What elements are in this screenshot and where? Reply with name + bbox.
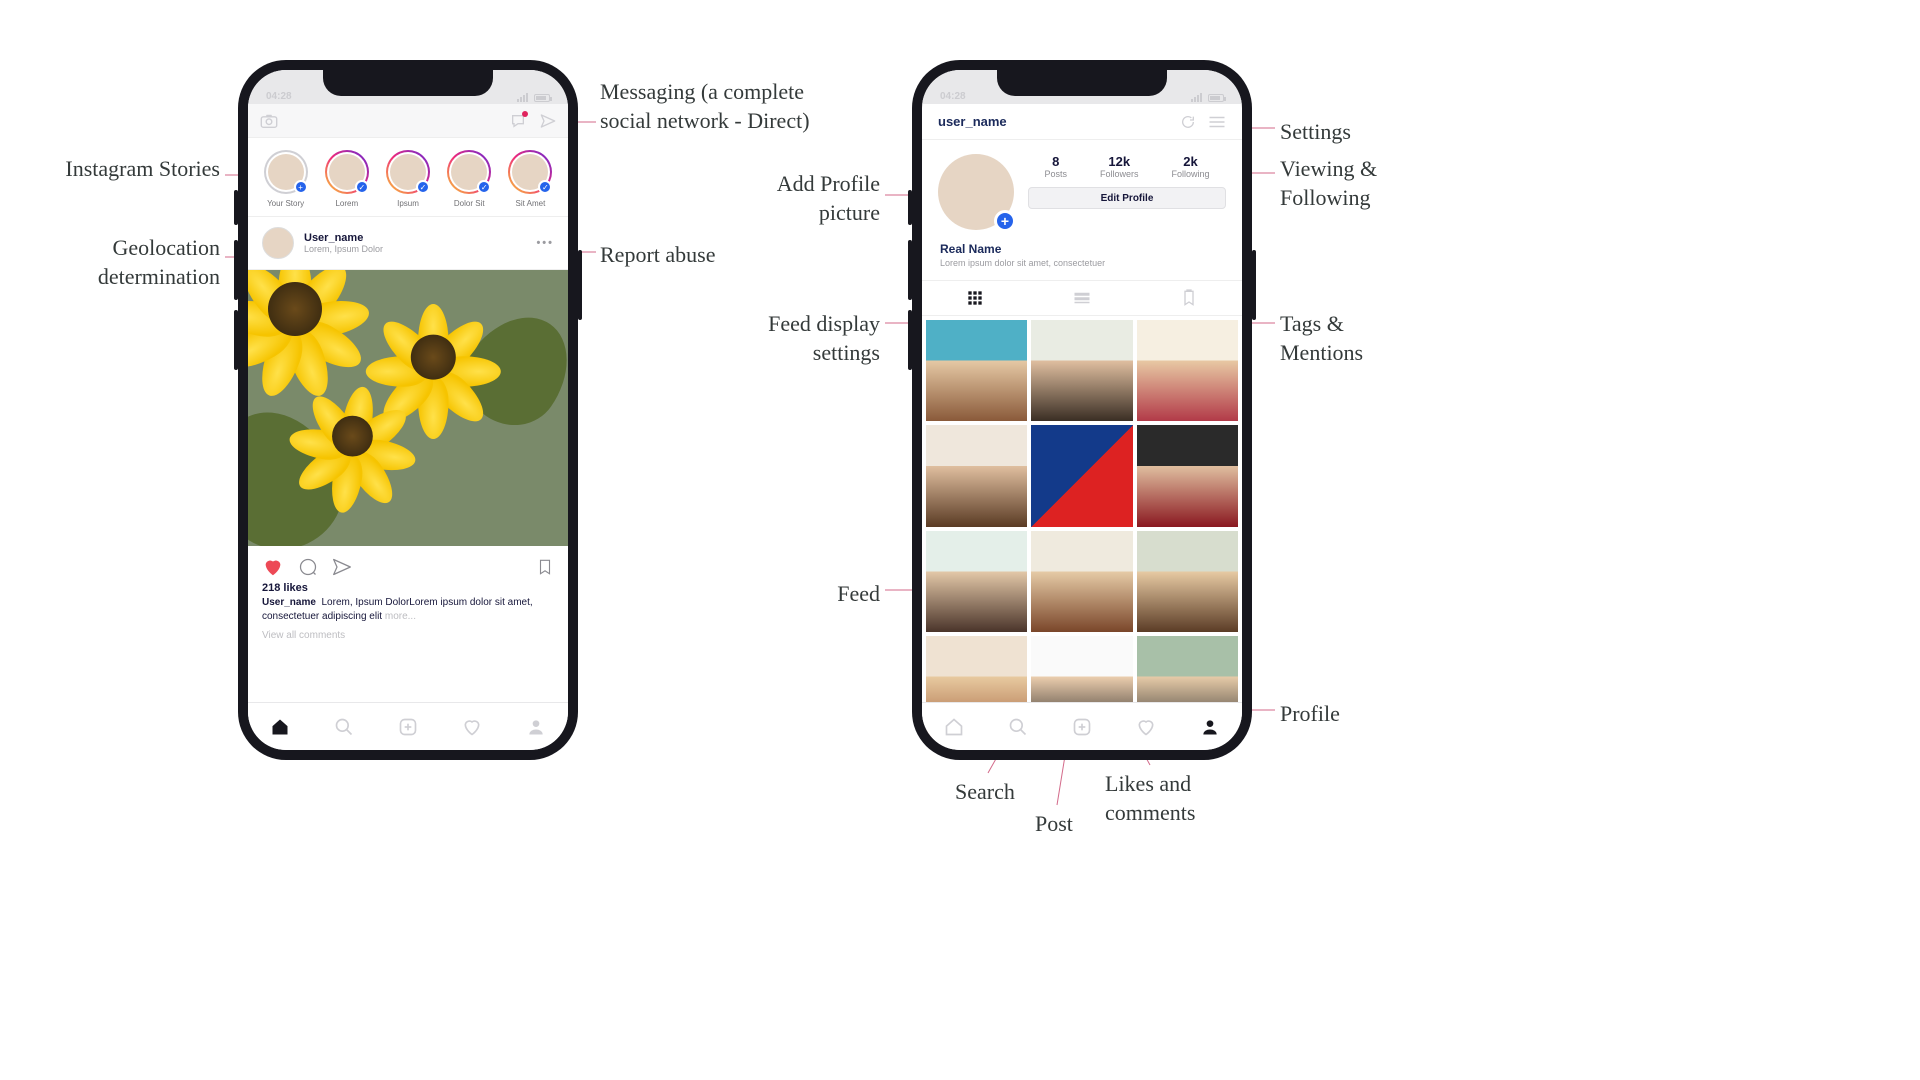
profile-info: + 8Posts 12kFollowers 2kFollowing Edit P… [922, 140, 1242, 238]
stat-followers[interactable]: 12kFollowers [1100, 154, 1139, 179]
nav-add-icon[interactable] [1072, 717, 1092, 737]
post-location[interactable]: Lorem, Ipsum Dolor [304, 244, 526, 254]
stat-posts[interactable]: 8Posts [1044, 154, 1067, 179]
profile-header: user_name [922, 104, 1242, 140]
grid-tile[interactable] [1031, 320, 1132, 421]
post-actionbar [248, 546, 568, 582]
grid-tile[interactable] [1137, 531, 1238, 632]
story-item[interactable]: ✓Sit Amet [507, 150, 554, 208]
feed-display-tabs [922, 280, 1242, 316]
like-icon[interactable] [262, 556, 284, 578]
caption-user[interactable]: User_name [262, 597, 316, 608]
signal-icon [1191, 93, 1202, 102]
post-username[interactable]: User_name [304, 232, 526, 244]
nav-activity-icon[interactable] [462, 717, 482, 737]
grid-tile[interactable] [1137, 320, 1238, 421]
battery-icon [534, 94, 550, 102]
nav-activity-icon[interactable] [1136, 717, 1156, 737]
view-all-comments[interactable]: View all comments [248, 626, 568, 649]
bookmark-icon[interactable] [536, 557, 554, 577]
inbox-icon[interactable] [510, 113, 526, 129]
feed-topbar [248, 104, 568, 138]
phone-profile-mock: 04:28 user_name + 8Posts 12kFollowers 2k… [912, 60, 1252, 760]
feed-tab-list-icon[interactable] [1029, 281, 1136, 315]
bottom-nav [248, 702, 568, 750]
status-time: 04:28 [940, 91, 966, 102]
bottom-nav [922, 702, 1242, 750]
comment-icon[interactable] [298, 557, 318, 577]
story-item[interactable]: ✓Lorem [323, 150, 370, 208]
post-avatar[interactable] [262, 227, 294, 259]
story-item[interactable]: ✓Dolor Sit [446, 150, 493, 208]
grid-tile[interactable] [1031, 531, 1132, 632]
grid-tile[interactable] [1031, 425, 1132, 526]
caption-more[interactable]: more... [385, 611, 416, 622]
nav-search-icon[interactable] [334, 717, 354, 737]
phone-feed-mock: 04:28 +Your Story ✓Lorem [238, 60, 578, 760]
profile-realname: Real Name [940, 242, 1224, 256]
nav-profile-icon[interactable] [1200, 717, 1220, 737]
profile-bio: Real Name Lorem ipsum dolor sit amet, co… [922, 238, 1242, 280]
edit-profile-button[interactable]: Edit Profile [1028, 187, 1226, 209]
profile-grid[interactable] [922, 316, 1242, 737]
direct-icon[interactable] [540, 113, 556, 129]
add-photo-icon[interactable]: + [994, 210, 1016, 232]
post-image[interactable] [248, 270, 568, 546]
nav-home-icon[interactable] [270, 717, 290, 737]
camera-icon[interactable] [260, 114, 278, 128]
nav-home-icon[interactable] [944, 717, 964, 737]
refresh-icon[interactable] [1180, 114, 1196, 130]
share-icon[interactable] [332, 557, 352, 577]
grid-tile[interactable] [1137, 425, 1238, 526]
menu-icon[interactable] [1208, 115, 1226, 129]
add-story-badge[interactable]: + [294, 180, 308, 194]
nav-add-icon[interactable] [398, 717, 418, 737]
phone-notch [997, 70, 1167, 96]
story-own[interactable]: +Your Story [262, 150, 309, 208]
grid-tile[interactable] [926, 320, 1027, 421]
nav-search-icon[interactable] [1008, 717, 1028, 737]
profile-username[interactable]: user_name [938, 114, 1007, 129]
signal-icon [517, 93, 528, 102]
story-item[interactable]: ✓Ipsum [384, 150, 431, 208]
feed-tab-grid-icon[interactable] [922, 281, 1029, 315]
profile-avatar[interactable]: + [938, 154, 1014, 230]
stat-following[interactable]: 2kFollowing [1171, 154, 1209, 179]
grid-tile[interactable] [926, 531, 1027, 632]
nav-profile-icon[interactable] [526, 717, 546, 737]
feed-tab-tagged-icon[interactable] [1135, 281, 1242, 315]
stories-row[interactable]: +Your Story ✓Lorem ✓Ipsum ✓Dolor Sit ✓Si… [248, 138, 568, 217]
likes-count[interactable]: 218 likes [248, 582, 568, 594]
post-more-icon[interactable]: ••• [536, 237, 554, 249]
post-caption: User_name Lorem, Ipsum DolorLorem ipsum … [248, 594, 568, 626]
phone-notch [323, 70, 493, 96]
profile-biotext: Lorem ipsum dolor sit amet, consectetuer [940, 258, 1224, 268]
battery-icon [1208, 94, 1224, 102]
grid-tile[interactable] [926, 425, 1027, 526]
status-time: 04:28 [266, 91, 292, 102]
post-header: User_name Lorem, Ipsum Dolor ••• [248, 217, 568, 270]
